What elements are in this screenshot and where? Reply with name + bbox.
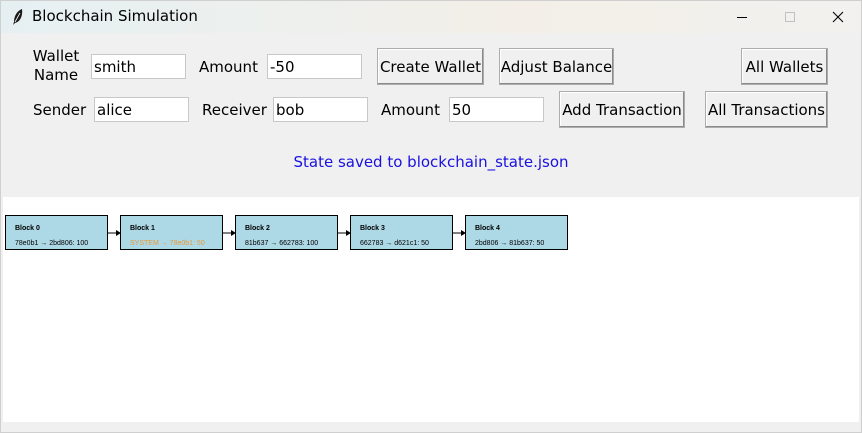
feather-icon <box>13 9 23 25</box>
wallet-name-label: Wallet Name <box>32 47 80 84</box>
block-transaction: 78e0b1 → 2bd806: 100 <box>15 240 89 247</box>
block-transaction: 662783 → d621c1: 50 <box>360 240 429 247</box>
block-title: Block 2 <box>245 225 270 232</box>
transaction-amount-input[interactable] <box>449 97 544 122</box>
block-transaction: 2bd806 → 81b637: 50 <box>475 240 545 247</box>
window-bottom-edge <box>1 422 861 432</box>
block-transaction: SYSTEM → 78e0b1: 50 <box>130 240 205 247</box>
block-title: Block 0 <box>15 225 40 232</box>
minimize-button[interactable] <box>719 1 765 33</box>
receiver-input[interactable] <box>273 97 368 122</box>
transaction-amount-label: Amount <box>381 101 440 119</box>
app-window: Blockchain Simulation Wallet Name Amount… <box>0 0 862 433</box>
add-transaction-button[interactable]: Add Transaction <box>559 91 685 128</box>
title-bar[interactable]: Blockchain Simulation <box>1 1 861 33</box>
sender-label: Sender <box>33 101 87 119</box>
wallet-amount-label: Amount <box>199 58 258 76</box>
all-transactions-button[interactable]: All Transactions <box>705 91 828 128</box>
minimize-icon <box>737 17 747 18</box>
block-title: Block 1 <box>130 225 155 232</box>
block-box[interactable]: Block 4 2bd806 → 81b637: 50 <box>465 215 568 250</box>
window-title: Blockchain Simulation <box>32 7 198 25</box>
adjust-balance-button[interactable]: Adjust Balance <box>499 48 614 85</box>
wallet-amount-input[interactable] <box>267 54 362 79</box>
close-icon <box>832 11 844 23</box>
block-box[interactable]: Block 3 662783 → d621c1: 50 <box>350 215 453 250</box>
maximize-button[interactable] <box>767 1 813 33</box>
block-box[interactable]: Block 0 78e0b1 → 2bd806: 100 <box>5 215 108 250</box>
block-box[interactable]: Block 2 81b637 → 662783: 100 <box>235 215 338 250</box>
create-wallet-button[interactable]: Create Wallet <box>377 48 484 85</box>
all-wallets-button[interactable]: All Wallets <box>741 48 828 85</box>
maximize-icon <box>785 12 795 22</box>
wallet-name-input[interactable] <box>91 54 186 79</box>
blockchain-canvas[interactable]: Block 0 78e0b1 → 2bd806: 100 Block 1 SYS… <box>3 197 859 422</box>
block-title: Block 4 <box>475 225 500 232</box>
status-message: State saved to blockchain_state.json <box>293 153 569 171</box>
block-title: Block 3 <box>360 225 385 232</box>
close-button[interactable] <box>815 1 861 33</box>
block-transaction: 81b637 → 662783: 100 <box>245 240 319 247</box>
receiver-label: Receiver <box>202 101 267 119</box>
block-box[interactable]: Block 1 SYSTEM → 78e0b1: 50 <box>120 215 223 250</box>
sender-input[interactable] <box>94 97 189 122</box>
